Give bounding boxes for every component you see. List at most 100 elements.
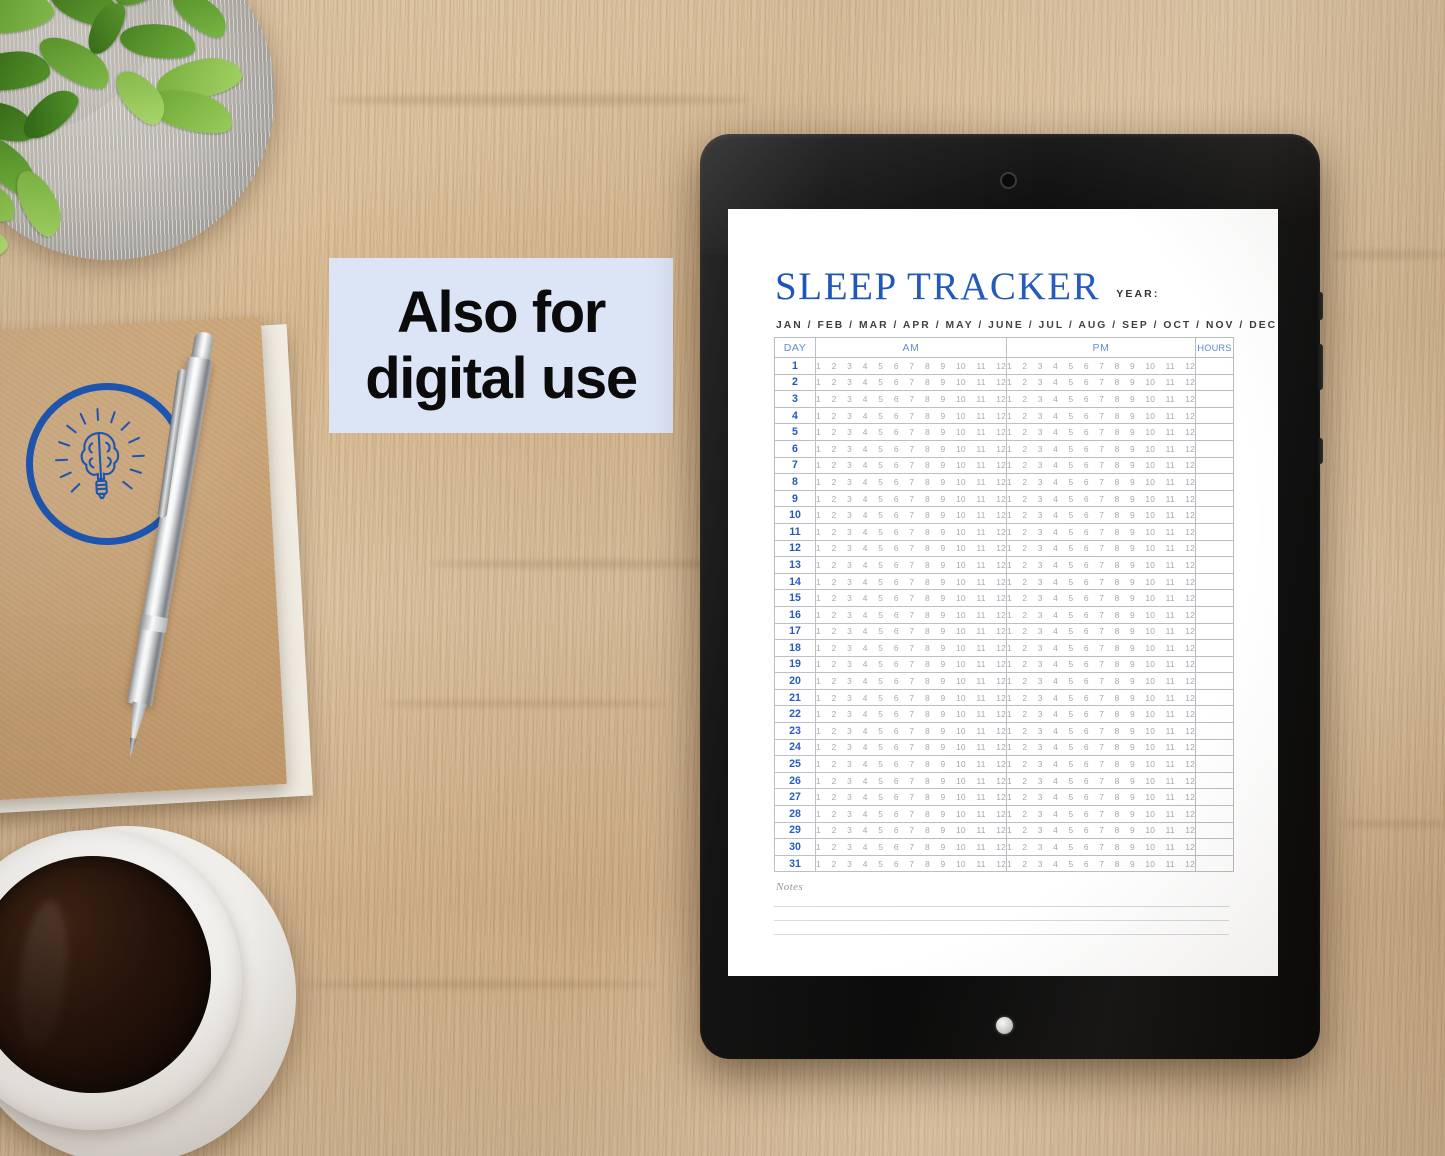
hour-mark[interactable]: 11 <box>976 693 985 703</box>
tablet-side-button-mute[interactable] <box>1318 438 1323 464</box>
pm-hours-cell[interactable]: 1 2 3 4 5 6 7 8 9 10 11 12 <box>1006 672 1196 690</box>
hour-mark[interactable]: 10 <box>956 709 966 719</box>
hour-mark[interactable]: 8 <box>925 444 930 454</box>
hour-mark[interactable]: 2 <box>1022 560 1027 570</box>
hour-mark[interactable]: 1 <box>1007 394 1012 404</box>
hour-mark[interactable]: 2 <box>832 626 837 636</box>
hour-mark[interactable]: 11 <box>976 859 985 869</box>
hour-mark[interactable]: 11 <box>976 444 985 454</box>
hour-mark[interactable]: 1 <box>1007 610 1012 620</box>
hour-mark[interactable]: 3 <box>847 411 852 421</box>
total-hours-cell[interactable] <box>1195 805 1234 823</box>
hour-mark[interactable]: 5 <box>1069 626 1074 636</box>
table-row[interactable]: 18 1 2 3 4 5 6 7 8 9 10 11 12 1 2 3 4 5 6 7 8 9 10 11 12 <box>774 639 1234 657</box>
hour-mark[interactable]: 11 <box>1166 859 1175 869</box>
note-line[interactable] <box>774 906 1229 908</box>
hour-mark[interactable]: 1 <box>816 809 821 819</box>
hour-mark[interactable]: 6 <box>894 361 899 371</box>
hour-mark[interactable]: 8 <box>1115 560 1120 570</box>
hour-mark[interactable]: 3 <box>1038 577 1043 587</box>
hour-mark[interactable]: 2 <box>1022 494 1027 504</box>
table-row[interactable]: 7 1 2 3 4 5 6 7 8 9 10 11 12 1 2 3 4 5 6 7 8 9 10 11 12 <box>774 456 1234 475</box>
hour-mark[interactable]: 1 <box>816 776 821 786</box>
am-hours-cell[interactable]: 1 2 3 4 5 6 7 8 9 10 11 12 <box>815 738 1007 757</box>
hour-mark[interactable]: 5 <box>1069 527 1074 537</box>
hour-mark[interactable]: 9 <box>1130 809 1135 819</box>
hour-mark[interactable]: 9 <box>1130 527 1135 537</box>
hour-mark[interactable]: 10 <box>1145 477 1155 487</box>
hour-mark[interactable]: 5 <box>1069 759 1074 769</box>
hour-mark[interactable]: 9 <box>1130 411 1135 421</box>
hour-mark[interactable]: 7 <box>1099 693 1104 703</box>
hour-mark[interactable]: 9 <box>1130 543 1135 553</box>
hour-mark[interactable]: 1 <box>816 610 821 620</box>
hour-mark[interactable]: 4 <box>863 577 868 587</box>
hour-mark[interactable]: 2 <box>1022 427 1027 437</box>
am-hours-cell[interactable]: 1 2 3 4 5 6 7 8 9 10 11 12 <box>815 722 1007 740</box>
hour-mark[interactable]: 4 <box>1053 676 1058 686</box>
total-hours-cell[interactable] <box>1195 456 1234 475</box>
hour-mark[interactable]: 5 <box>1069 494 1074 504</box>
hour-mark[interactable]: 2 <box>1022 377 1027 387</box>
hour-mark[interactable]: 12 <box>1185 494 1195 504</box>
hour-mark[interactable]: 1 <box>1007 494 1012 504</box>
hour-mark[interactable]: 12 <box>996 842 1006 852</box>
hour-mark[interactable]: 5 <box>1069 792 1074 802</box>
pm-hours-cell[interactable]: 1 2 3 4 5 6 7 8 9 10 11 12 <box>1006 821 1196 840</box>
hour-mark[interactable]: 5 <box>878 427 883 437</box>
hour-mark[interactable]: 8 <box>925 527 930 537</box>
hour-mark[interactable]: 8 <box>1115 510 1120 520</box>
hour-mark[interactable]: 11 <box>976 676 985 686</box>
hour-mark[interactable]: 11 <box>976 709 985 719</box>
hour-mark[interactable]: 5 <box>878 709 883 719</box>
hour-mark[interactable]: 3 <box>1038 377 1043 387</box>
hour-mark[interactable]: 1 <box>816 593 821 603</box>
hour-mark[interactable]: 11 <box>1166 593 1175 603</box>
hour-mark[interactable]: 1 <box>816 494 821 504</box>
hour-mark[interactable]: 8 <box>1115 444 1120 454</box>
hour-mark[interactable]: 4 <box>1053 626 1058 636</box>
hour-mark[interactable]: 10 <box>1145 842 1155 852</box>
hour-mark[interactable]: 7 <box>1099 361 1104 371</box>
hour-mark[interactable]: 2 <box>1022 610 1027 620</box>
hour-mark[interactable]: 5 <box>878 543 883 553</box>
hour-mark[interactable]: 9 <box>941 859 946 869</box>
hour-mark[interactable]: 7 <box>909 659 914 669</box>
hour-mark[interactable]: 12 <box>996 444 1006 454</box>
hour-mark[interactable]: 2 <box>832 477 837 487</box>
hour-mark[interactable]: 6 <box>894 626 899 636</box>
hour-mark[interactable]: 4 <box>863 394 868 404</box>
hour-mark[interactable]: 8 <box>1115 593 1120 603</box>
hour-mark[interactable]: 7 <box>909 792 914 802</box>
hour-mark[interactable]: 6 <box>1084 626 1089 636</box>
hour-mark[interactable]: 7 <box>1099 859 1104 869</box>
hour-mark[interactable]: 11 <box>1166 577 1175 587</box>
hour-mark[interactable]: 6 <box>894 809 899 819</box>
hour-mark[interactable]: 3 <box>847 444 852 454</box>
hour-mark[interactable]: 1 <box>816 792 821 802</box>
hour-mark[interactable]: 10 <box>1145 411 1155 421</box>
hour-mark[interactable]: 5 <box>878 776 883 786</box>
hour-mark[interactable]: 12 <box>1185 726 1195 736</box>
hour-mark[interactable]: 3 <box>1038 825 1043 835</box>
hour-mark[interactable]: 1 <box>1007 427 1012 437</box>
hour-mark[interactable]: 3 <box>1038 659 1043 669</box>
pm-hours-cell[interactable]: 1 2 3 4 5 6 7 8 9 10 11 12 <box>1006 572 1196 591</box>
hour-mark[interactable]: 10 <box>1145 726 1155 736</box>
hour-mark[interactable]: 4 <box>863 693 868 703</box>
hour-mark[interactable]: 12 <box>1185 610 1195 620</box>
hour-mark[interactable]: 10 <box>956 792 966 802</box>
hour-mark[interactable]: 8 <box>1115 394 1120 404</box>
hour-mark[interactable]: 7 <box>1099 759 1104 769</box>
hour-mark[interactable]: 4 <box>1053 394 1058 404</box>
pm-hours-cell[interactable]: 1 2 3 4 5 6 7 8 9 10 11 12 <box>1006 788 1196 807</box>
hour-mark[interactable]: 5 <box>1069 560 1074 570</box>
hour-mark[interactable]: 4 <box>1053 543 1058 553</box>
hour-mark[interactable]: 3 <box>847 577 852 587</box>
am-hours-cell[interactable]: 1 2 3 4 5 6 7 8 9 10 11 12 <box>815 506 1007 524</box>
hour-mark[interactable]: 1 <box>816 543 821 553</box>
hour-mark[interactable]: 11 <box>976 477 985 487</box>
hour-mark[interactable]: 1 <box>1007 742 1012 752</box>
hour-mark[interactable]: 10 <box>956 610 966 620</box>
hour-mark[interactable]: 10 <box>1145 377 1155 387</box>
